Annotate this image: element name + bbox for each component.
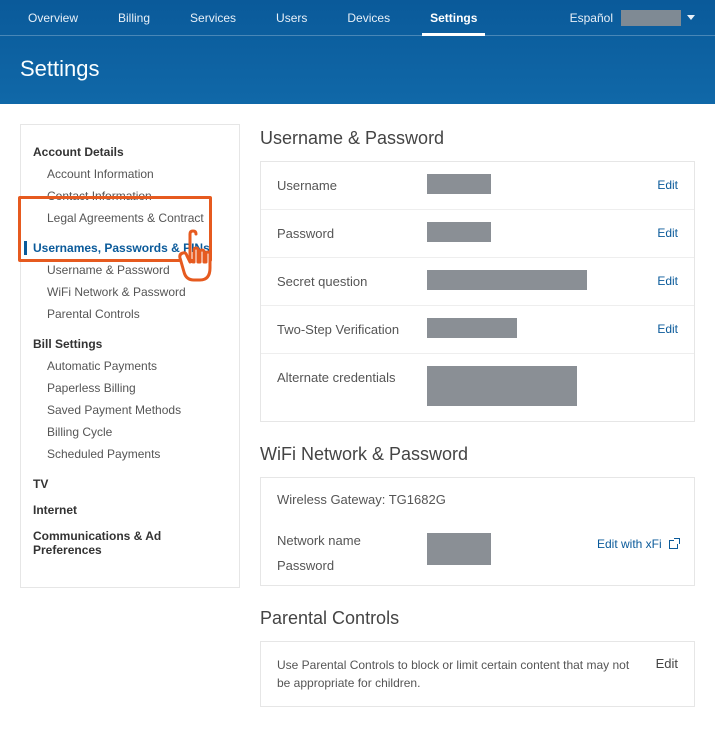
masked-value-secret-question	[427, 270, 587, 290]
sidebar-item-username-password[interactable]: Username & Password	[33, 259, 227, 281]
row-wireless-gateway: Wireless Gateway: TG1682G	[261, 478, 694, 521]
tab-overview[interactable]: Overview	[20, 0, 86, 36]
main-content: Username & Password Username Edit Passwo…	[260, 124, 695, 729]
sidebar-heading-internet[interactable]: Internet	[33, 503, 227, 517]
label-network-name: Network name	[277, 533, 427, 548]
masked-value-alternate-credentials	[427, 366, 577, 406]
sidebar-section-bill-settings: Bill Settings Automatic Payments Paperle…	[33, 337, 227, 465]
section-title-wifi: WiFi Network & Password	[260, 444, 695, 465]
sidebar-item-scheduled-payments[interactable]: Scheduled Payments	[33, 443, 227, 465]
sidebar-section-usernames: Usernames, Passwords & PINs Username & P…	[33, 241, 227, 325]
external-link-icon	[669, 540, 678, 549]
section-title-username-password: Username & Password	[260, 128, 695, 149]
language-selector[interactable]: Español	[570, 11, 613, 25]
label-secret-question: Secret question	[277, 270, 427, 289]
sidebar: Account Details Account Information Cont…	[20, 124, 240, 588]
tab-users[interactable]: Users	[268, 0, 315, 36]
sidebar-heading-tv[interactable]: TV	[33, 477, 227, 491]
body: Account Details Account Information Cont…	[0, 104, 715, 749]
card-username-password: Username Edit Password Edit Secret quest…	[260, 161, 695, 422]
sidebar-item-automatic-payments[interactable]: Automatic Payments	[33, 355, 227, 377]
parental-message: Use Parental Controls to block or limit …	[277, 656, 656, 692]
label-password: Password	[277, 222, 427, 241]
page-title: Settings	[20, 56, 695, 82]
sidebar-item-parental-controls[interactable]: Parental Controls	[33, 303, 227, 325]
sidebar-item-wifi-password[interactable]: WiFi Network & Password	[33, 281, 227, 303]
header: Overview Billing Services Users Devices …	[0, 0, 715, 104]
sidebar-heading-account-details[interactable]: Account Details	[33, 145, 227, 159]
card-wifi: Wireless Gateway: TG1682G Network name P…	[260, 477, 695, 586]
edit-username[interactable]: Edit	[657, 174, 678, 192]
row-wifi-details: Network name Password Edit with xFi	[261, 521, 694, 585]
sidebar-item-saved-payment-methods[interactable]: Saved Payment Methods	[33, 399, 227, 421]
masked-value-two-step	[427, 318, 517, 338]
row-two-step: Two-Step Verification Edit	[261, 306, 694, 354]
user-name-masked	[621, 10, 681, 26]
edit-password[interactable]: Edit	[657, 222, 678, 240]
tab-services[interactable]: Services	[182, 0, 244, 36]
sidebar-item-paperless-billing[interactable]: Paperless Billing	[33, 377, 227, 399]
masked-value-wifi	[427, 533, 491, 565]
row-secret-question: Secret question Edit	[261, 258, 694, 306]
row-username: Username Edit	[261, 162, 694, 210]
section-title-parental: Parental Controls	[260, 608, 695, 629]
masked-value-password	[427, 222, 491, 242]
sidebar-section-account-details: Account Details Account Information Cont…	[33, 145, 227, 229]
sidebar-item-legal-agreements[interactable]: Legal Agreements & Contract	[33, 207, 227, 229]
page-title-band: Settings	[0, 36, 715, 104]
sidebar-heading-usernames[interactable]: Usernames, Passwords & PINs	[24, 241, 227, 255]
sidebar-heading-communications[interactable]: Communications & Ad Preferences	[33, 529, 227, 557]
tab-settings[interactable]: Settings	[422, 0, 485, 36]
tab-billing[interactable]: Billing	[110, 0, 158, 36]
row-alternate-credentials: Alternate credentials	[261, 354, 694, 421]
chevron-down-icon[interactable]	[687, 15, 695, 20]
edit-parental[interactable]: Edit	[656, 656, 678, 671]
sidebar-section-tv: TV	[33, 477, 227, 491]
sidebar-heading-bill-settings[interactable]: Bill Settings	[33, 337, 227, 351]
row-parental: Use Parental Controls to block or limit …	[261, 642, 694, 706]
row-password: Password Edit	[261, 210, 694, 258]
card-parental: Use Parental Controls to block or limit …	[260, 641, 695, 707]
edit-secret-question[interactable]: Edit	[657, 270, 678, 288]
edit-two-step[interactable]: Edit	[657, 318, 678, 336]
tab-devices[interactable]: Devices	[339, 0, 398, 36]
label-two-step: Two-Step Verification	[277, 318, 427, 337]
sidebar-section-communications: Communications & Ad Preferences	[33, 529, 227, 557]
sidebar-item-contact-information[interactable]: Contact Information	[33, 185, 227, 207]
label-alternate-credentials: Alternate credentials	[277, 366, 427, 385]
label-username: Username	[277, 174, 427, 193]
top-nav: Overview Billing Services Users Devices …	[0, 0, 715, 36]
masked-value-username	[427, 174, 491, 194]
sidebar-item-account-information[interactable]: Account Information	[33, 163, 227, 185]
edit-with-xfi-label: Edit with xFi	[597, 537, 662, 551]
sidebar-item-billing-cycle[interactable]: Billing Cycle	[33, 421, 227, 443]
label-wifi-password: Password	[277, 558, 427, 573]
edit-with-xfi[interactable]: Edit with xFi	[597, 533, 678, 551]
sidebar-section-internet: Internet	[33, 503, 227, 517]
